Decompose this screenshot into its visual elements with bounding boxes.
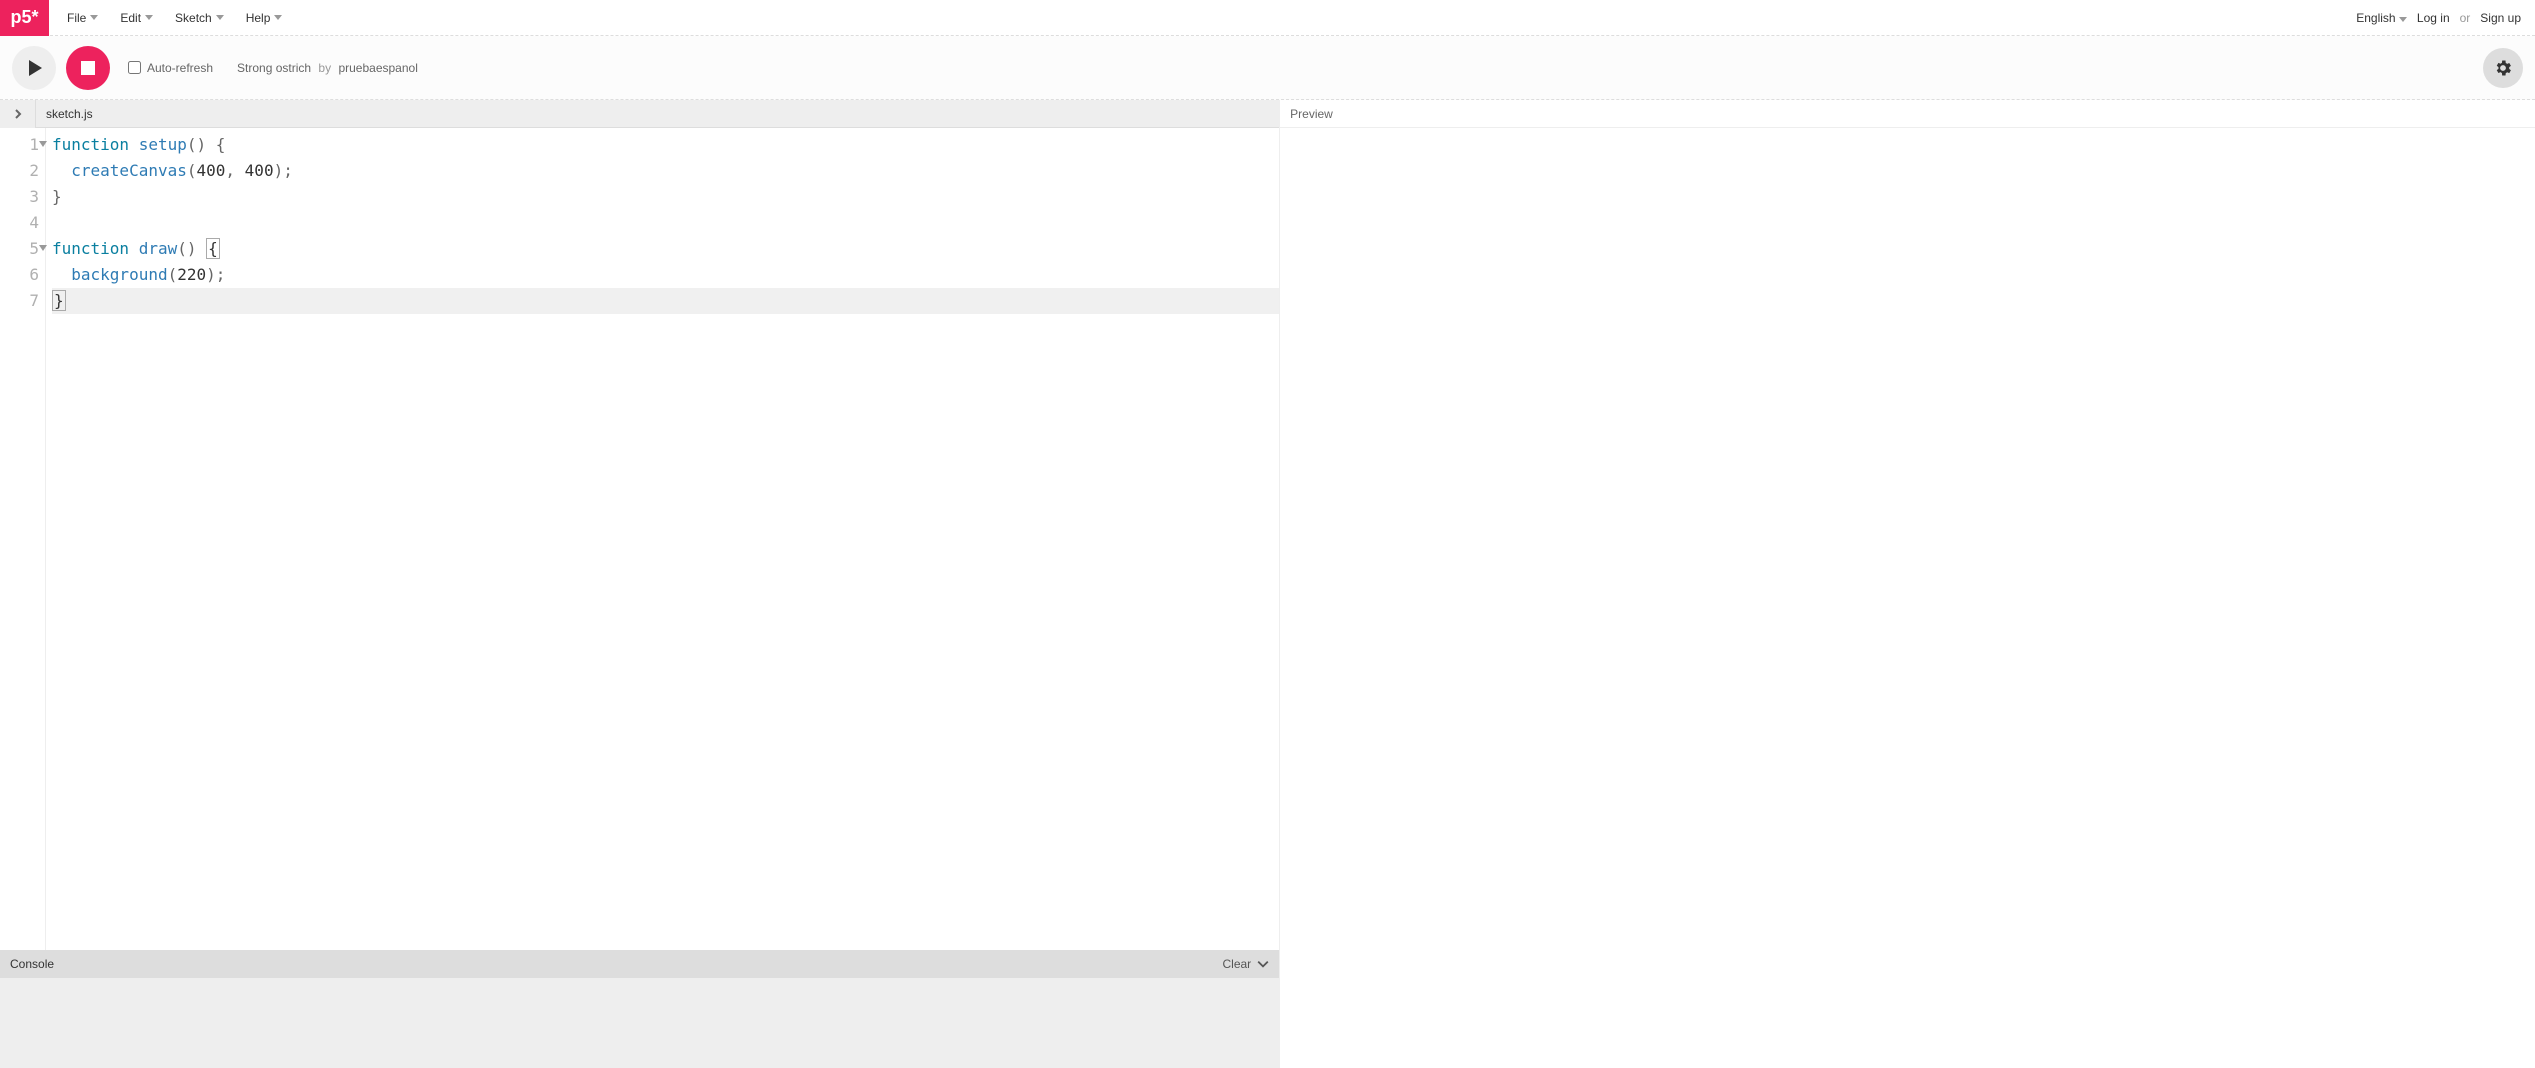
nav-right: English Log in or Sign up [2356,11,2535,25]
menu-bar: File Edit Sketch Help [59,7,290,29]
sketch-name: Strong ostrich by pruebaespanol [237,61,418,75]
menu-label: File [67,11,86,25]
autorefresh-toggle[interactable]: Auto-refresh [128,61,213,75]
play-button[interactable] [12,46,56,90]
token-pn [52,265,71,284]
gear-icon [2493,58,2513,78]
play-icon [29,60,42,76]
token-num: 220 [177,265,206,284]
toolbar: Auto-refresh Strong ostrich by pruebaesp… [0,36,2535,100]
token-pn: ); [274,161,293,180]
preview-label: Preview [1280,100,2535,128]
token-pn: ); [206,265,225,284]
code-line[interactable]: function draw() { [52,236,1279,262]
token-kw: function [52,135,139,154]
signup-link[interactable]: Sign up [2480,11,2521,25]
console-body[interactable] [0,978,1279,1068]
caret-down-icon [216,15,224,20]
token-pn: () [177,239,206,258]
line-number: 6 [0,262,45,288]
menu-sketch[interactable]: Sketch [167,7,232,29]
menu-label: Help [246,11,271,25]
sidebar-toggle-button[interactable] [0,100,36,128]
token-bracket-match: } [52,290,66,311]
code-line[interactable] [52,210,1279,236]
filename-label[interactable]: sketch.js [36,107,93,121]
chevron-right-icon [13,109,23,119]
line-number: 3 [0,184,45,210]
caret-down-icon [90,15,98,20]
left-pane: sketch.js 1234567 function setup() { cre… [0,100,1280,1068]
caret-down-icon [274,15,282,20]
menu-help[interactable]: Help [238,7,291,29]
line-gutter: 1234567 [0,128,46,950]
sketch-title[interactable]: Strong ostrich [237,61,311,75]
preview-canvas [1280,128,2535,1068]
code-line[interactable]: background(220); [52,262,1279,288]
or-text: or [2460,11,2471,25]
line-number: 4 [0,210,45,236]
console-clear-button[interactable]: Clear [1222,957,1269,971]
token-num: 400 [197,161,226,180]
token-kw: function [52,239,139,258]
token-fn: draw [139,239,178,258]
token-pn: } [52,187,62,206]
code-line[interactable]: function setup() { [52,132,1279,158]
menu-edit[interactable]: Edit [112,7,161,29]
autorefresh-checkbox[interactable] [128,61,141,74]
token-fn: background [71,265,167,284]
logo[interactable]: p5* [0,0,49,36]
chevron-down-icon [1257,958,1269,970]
main-area: sketch.js 1234567 function setup() { cre… [0,100,2535,1068]
token-fn: setup [139,135,187,154]
token-pn: ( [187,161,197,180]
by-text: by [318,61,331,75]
token-pn: , [225,161,244,180]
code-line[interactable]: } [52,288,1279,314]
console-label: Console [10,957,54,971]
code-line[interactable]: } [52,184,1279,210]
language-select[interactable]: English [2356,11,2407,25]
stop-button[interactable] [66,46,110,90]
author-link[interactable]: pruebaespanol [338,61,417,75]
top-nav: p5* File Edit Sketch Help English Log in or… [0,0,2535,36]
right-pane: Preview [1280,100,2535,1068]
line-number: 2 [0,158,45,184]
token-fn: createCanvas [71,161,187,180]
token-pn [52,161,71,180]
language-label: English [2356,11,2395,25]
token-bracket-match: { [206,238,220,259]
token-num: 400 [245,161,274,180]
settings-button[interactable] [2483,48,2523,88]
menu-label: Edit [120,11,141,25]
caret-down-icon [2399,17,2407,22]
code-area[interactable]: function setup() { createCanvas(400, 400… [46,128,1279,950]
line-number: 7 [0,288,45,314]
caret-down-icon [145,15,153,20]
menu-label: Sketch [175,11,212,25]
code-editor[interactable]: 1234567 function setup() { createCanvas(… [0,128,1279,950]
clear-label: Clear [1222,957,1251,971]
token-pn: () { [187,135,226,154]
fold-icon[interactable] [39,245,47,251]
file-bar: sketch.js [0,100,1279,128]
fold-icon[interactable] [39,141,47,147]
token-pn: ( [168,265,178,284]
console-bar[interactable]: Console Clear [0,950,1279,978]
login-link[interactable]: Log in [2417,11,2450,25]
stop-icon [81,61,95,75]
line-number: 1 [0,132,45,158]
line-number: 5 [0,236,45,262]
menu-file[interactable]: File [59,7,106,29]
code-line[interactable]: createCanvas(400, 400); [52,158,1279,184]
autorefresh-label: Auto-refresh [147,61,213,75]
